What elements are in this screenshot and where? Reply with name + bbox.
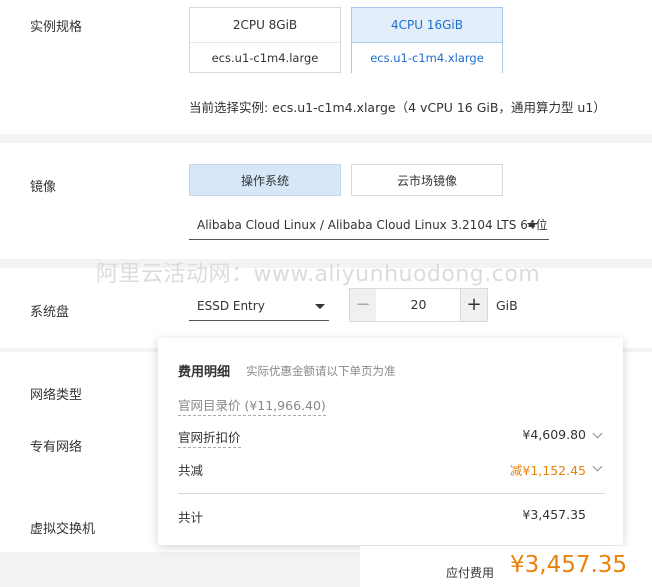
saving-label: 共减 [178,463,204,478]
cost-detail-note: 实际优惠金额请以下单页为准 [246,364,396,378]
discount-price-label: 官网折扣价 [178,427,241,448]
spec-option-instance-type: ecs.u1-c1m4.large [211,51,319,65]
discount-price-value: ¥4,609.80 [522,427,586,442]
total-label: 共计 [178,510,204,525]
spec-option-cpu-mem: 4CPU 16GiB [352,8,502,43]
disk-type-value: ESSD Entry [197,299,265,313]
saving-value: 减¥1,152.45 [509,463,586,478]
footer-bar: 应付费用 ¥3,457.35 [360,546,652,587]
disk-label: 系统盘 [30,305,70,320]
disk-size-input[interactable]: 20 [376,288,461,322]
payable-amount: ¥3,457.35 [510,552,628,578]
image-section: 镜像 操作系统 云市场镜像 Alibaba Cloud Linux / Alib… [0,143,652,259]
image-label: 镜像 [30,180,57,195]
network-type-label: 网络类型 [30,388,83,403]
divider [178,493,605,494]
vpc-label: 专有网络 [30,440,83,455]
discount-price-label-text: 官网折扣价 [178,430,241,448]
os-version-value: Alibaba Cloud Linux / Alibaba Cloud Linu… [197,218,548,232]
vswitch-label: 虚拟交换机 [30,522,96,537]
spec-option-2cpu[interactable]: 2CPU 8GiB ecs.u1-c1m4.large [189,7,341,73]
spec-option-instance-type: ecs.u1-c1m4.xlarge [352,43,502,73]
disk-size-increment-button[interactable]: + [460,288,488,322]
current-instance-text: 当前选择实例: ecs.u1-c1m4.xlarge（4 vCPU 16 GiB… [189,100,606,115]
total-value: ¥3,457.35 [522,507,586,522]
list-price: 官网目录价 (¥11,966.40) [178,395,326,416]
tab-marketplace-image[interactable]: 云市场镜像 [351,164,503,196]
payable-label: 应付费用 [446,566,495,580]
spec-section: 实例规格 2CPU 8GiB ecs.u1-c1m4.large 4CPU 16… [0,0,652,134]
chevron-down-icon [315,304,325,309]
chevron-down-icon [527,223,537,228]
chevron-down-icon[interactable] [592,461,603,472]
cost-detail-title: 费用明细 [178,365,231,380]
list-price-text: 官网目录价 (¥11,966.40) [178,398,326,416]
spec-option-cpu-mem: 2CPU 8GiB [190,8,340,43]
spec-label: 实例规格 [30,20,83,35]
disk-type-select[interactable]: ESSD Entry [189,291,329,321]
disk-size-unit: GiB [496,298,518,313]
spec-option-4cpu[interactable]: 4CPU 16GiB ecs.u1-c1m4.xlarge [351,7,503,73]
tab-os[interactable]: 操作系统 [189,164,341,196]
chevron-down-icon[interactable] [592,428,603,439]
os-version-select[interactable]: Alibaba Cloud Linux / Alibaba Cloud Linu… [189,210,549,240]
disk-size-decrement-button[interactable]: − [349,288,377,322]
cost-detail-popover: 费用明细 实际优惠金额请以下单页为准 官网目录价 (¥11,966.40) 官网… [158,338,623,545]
